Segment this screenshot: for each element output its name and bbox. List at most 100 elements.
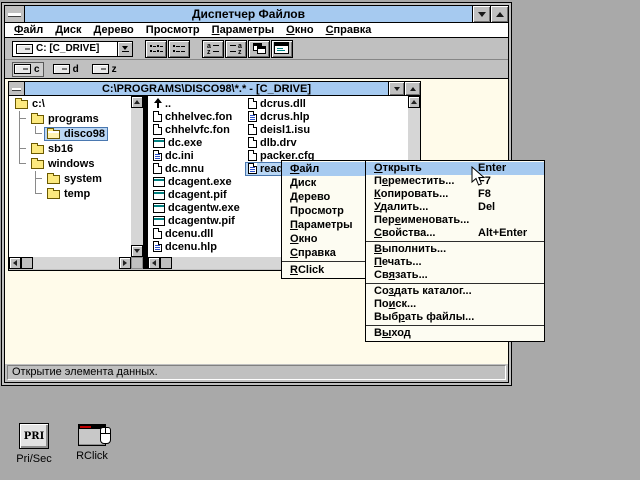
file-entry: dcagent.pif <box>151 189 229 201</box>
menu-item[interactable]: RClick <box>282 263 365 277</box>
menu-item[interactable]: Справка <box>282 246 365 260</box>
scroll-track[interactable] <box>33 257 119 269</box>
maximize-icon <box>410 87 416 91</box>
directory-minimize-button[interactable] <box>388 82 404 95</box>
file-item-dc.ini[interactable]: dc.ini <box>148 149 243 162</box>
menu-item[interactable]: Создать каталог... <box>366 285 544 298</box>
tree-vertical-scrollbar[interactable] <box>131 96 143 257</box>
drive-selector[interactable]: C: [C_DRIVE] <box>12 41 118 57</box>
menu-item[interactable]: Файл <box>282 162 365 176</box>
sort-button-group: az az <box>202 40 293 58</box>
file-item-dcenu.dll[interactable]: dcenu.dll <box>148 227 243 240</box>
file-item-dlb.drv[interactable]: dlb.drv <box>243 136 338 149</box>
scroll-up-button[interactable] <box>131 96 143 108</box>
scroll-left-button[interactable] <box>9 257 21 269</box>
menu-item[interactable]: Параметры <box>282 218 365 232</box>
file-item-dcagent.pif[interactable]: dcagent.pif <box>148 188 243 201</box>
menu-item[interactable]: Переименовать... <box>366 214 544 227</box>
sort-name-desc-button[interactable]: az <box>225 40 247 58</box>
scroll-up-button[interactable] <box>408 96 420 108</box>
menu-item[interactable]: Переместить...F7 <box>366 175 544 188</box>
tree-item-system[interactable]: system <box>9 171 131 186</box>
drive-letter: d <box>73 64 79 75</box>
desktop-icon-rclick[interactable]: RClick <box>66 424 118 462</box>
menubar-item[interactable]: Просмотр <box>140 24 206 36</box>
menubar-item[interactable]: Дерево <box>88 24 140 36</box>
doc-icon <box>248 137 257 148</box>
file-item-dcagent.exe[interactable]: dcagent.exe <box>148 175 243 188</box>
directory-titlebar[interactable]: C:\PROGRAMS\DISCO98\*.* - [C_DRIVE] <box>9 82 420 96</box>
menu-item[interactable]: Диск <box>282 176 365 190</box>
drive-icon <box>53 64 70 74</box>
drive-combo-dropdown-button[interactable] <box>118 41 133 57</box>
file-item-dcenu.hlp[interactable]: dcenu.hlp <box>148 240 243 253</box>
menu-item[interactable]: Удалить...Del <box>366 201 544 214</box>
file-item-dc.mnu[interactable]: dc.mnu <box>148 162 243 175</box>
file-item-dc.exe[interactable]: dc.exe <box>148 136 243 149</box>
tree-item-programs[interactable]: programs <box>9 111 131 126</box>
folder-entry: temp <box>45 188 92 200</box>
menu-item[interactable]: Окно <box>282 232 365 246</box>
view-names-button[interactable] <box>145 40 167 58</box>
drive-button-z[interactable]: z <box>91 63 120 76</box>
sort-name-asc-button[interactable]: az <box>202 40 224 58</box>
minimize-button[interactable] <box>472 6 490 22</box>
drive-button-d[interactable]: d <box>52 63 82 76</box>
tree-item-temp[interactable]: temp <box>9 186 131 201</box>
menu-item[interactable]: Выбрать файлы... <box>366 311 544 324</box>
directory-maximize-button[interactable] <box>404 82 420 95</box>
menu-item[interactable]: Связать... <box>366 269 544 282</box>
file-item-chhelvec.fon[interactable]: chhelvec.fon <box>148 110 243 123</box>
copy-window-button[interactable] <box>248 40 270 58</box>
pri-sec-icon[interactable]: PRI <box>19 423 49 449</box>
file-item-dcagentw.pif[interactable]: dcagentw.pif <box>148 214 243 227</box>
file-name: dcagent.pif <box>168 189 227 201</box>
menubar-item[interactable]: Справка <box>320 24 378 36</box>
drive-button-c[interactable]: c <box>13 63 43 76</box>
menu-item[interactable]: Дерево <box>282 190 365 204</box>
tree-item-windows[interactable]: windows <box>9 156 131 171</box>
file-item-dcrus.hlp[interactable]: dcrus.hlp <box>243 110 338 123</box>
menu-item[interactable]: Выполнить... <box>366 243 544 256</box>
menu-item[interactable]: Свойства...Alt+Enter <box>366 227 544 240</box>
tree-item-sb16[interactable]: sb16 <box>9 141 131 156</box>
menu-item[interactable]: Копировать...F8 <box>366 188 544 201</box>
tree-item-c[interactable]: c:\ <box>9 96 131 111</box>
menu-item[interactable]: Печать... <box>366 256 544 269</box>
file-item-chhelvfc.fon[interactable]: chhelvfc.fon <box>148 123 243 136</box>
menu-item-label: Копировать... <box>374 188 448 200</box>
system-menu-button[interactable] <box>5 6 25 22</box>
tree-item-disco98[interactable]: disco98 <box>9 126 131 141</box>
scroll-track[interactable] <box>131 108 143 245</box>
desktop-icon-pri-sec[interactable]: PRI Pri/Sec <box>8 423 60 465</box>
menu-item[interactable]: Выход <box>366 327 544 340</box>
menu-item[interactable]: Просмотр <box>282 204 365 218</box>
menubar-item[interactable]: Диск <box>49 24 87 36</box>
view-details-button[interactable] <box>168 40 190 58</box>
file-item-..[interactable]: .. <box>148 97 243 110</box>
menu-item-label: Файл <box>290 163 319 175</box>
window-view-button[interactable] <box>271 40 293 58</box>
tree-horizontal-scrollbar[interactable] <box>9 257 131 269</box>
scroll-thumb[interactable] <box>160 257 172 269</box>
dropdown-arrow-icon <box>122 46 128 50</box>
file-item-deisl1.isu[interactable]: deisl1.isu <box>243 123 338 136</box>
scroll-left-button[interactable] <box>148 257 160 269</box>
scroll-down-button[interactable] <box>131 245 143 257</box>
folder-name: programs <box>48 113 99 125</box>
menubar-item[interactable]: Параметры <box>206 24 280 36</box>
menu-item[interactable]: Поиск... <box>366 298 544 311</box>
file-item-dcrus.dll[interactable]: dcrus.dll <box>243 97 338 110</box>
file-item-dcagentw.exe[interactable]: dcagentw.exe <box>148 201 243 214</box>
menubar-item[interactable]: Окно <box>280 24 319 36</box>
menu-item[interactable]: ОткрытьEnter <box>366 162 544 175</box>
scroll-thumb[interactable] <box>21 257 33 269</box>
folder-entry: system <box>45 173 104 185</box>
directory-system-menu-button[interactable] <box>9 82 25 95</box>
file-entry: dcagentw.pif <box>151 215 237 227</box>
maximize-button[interactable] <box>490 6 508 22</box>
scroll-right-button[interactable] <box>119 257 131 269</box>
titlebar[interactable]: Диспетчер Файлов <box>5 6 508 23</box>
rclick-window-mouse-icon[interactable] <box>78 424 106 446</box>
menubar-item[interactable]: Файл <box>8 24 49 36</box>
